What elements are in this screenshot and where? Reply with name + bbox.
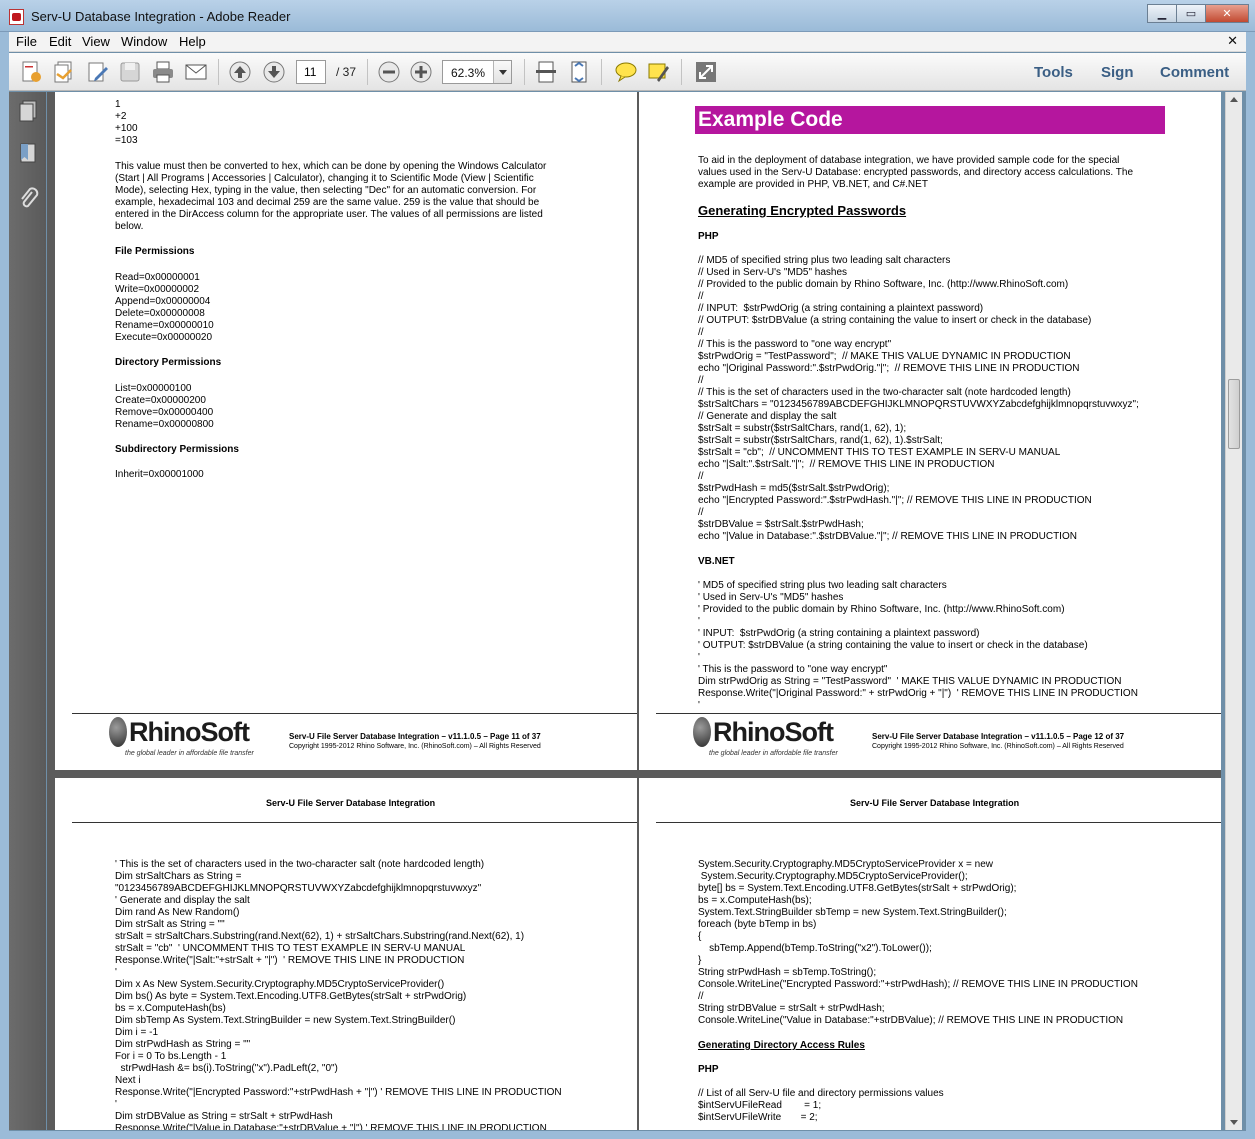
zoom-level-dropdown[interactable]: 62.3%	[442, 60, 512, 84]
navigation-pane	[9, 92, 46, 1130]
php-heading: PHP	[698, 231, 719, 242]
previous-page-icon[interactable]	[228, 60, 252, 84]
comment-pane-button[interactable]: Comment	[1160, 64, 1229, 81]
footer-divider	[656, 713, 1221, 714]
toolbar: 11 / 37 62.3% Tools Sign Comment	[9, 53, 1246, 91]
page-header-title: Serv-U File Server Database Integration	[850, 798, 1020, 808]
rhinosoft-logo-icon	[693, 717, 711, 747]
toolbar-separator	[367, 59, 368, 85]
directory-permissions-list: List=0x00000100 Create=0x00000200 Remove…	[115, 383, 214, 430]
sticky-note-icon[interactable]	[614, 60, 638, 84]
pdf-page-12: Example Code To aid in the deployment of…	[639, 92, 1221, 770]
php-heading: PHP	[698, 1064, 719, 1075]
intro-paragraph: To aid in the deployment of database int…	[698, 155, 1134, 190]
file-permissions-heading: File Permissions	[115, 246, 195, 257]
file-permissions-list: Read=0x00000001 Write=0x00000002 Append=…	[115, 272, 214, 343]
header-divider	[656, 822, 1221, 823]
pdf-page-13: Serv-U File Server Database Integration …	[55, 778, 637, 1130]
toolbar-separator	[218, 59, 219, 85]
create-pdf-icon[interactable]	[19, 60, 43, 84]
fit-one-full-page-icon[interactable]	[567, 60, 591, 84]
vertical-scrollbar[interactable]	[1225, 92, 1242, 1130]
minimize-button[interactable]: ▁	[1147, 4, 1177, 23]
menu-bar: File Edit View Window Help ✕	[9, 32, 1246, 52]
rhinosoft-tagline: the global leader in affordable file tra…	[125, 750, 254, 757]
fit-page-width-icon[interactable]	[534, 60, 558, 84]
pdf-page-14: Serv-U File Server Database Integration …	[639, 778, 1221, 1130]
page-footer-copyright: Copyright 1995-2012 Rhino Software, Inc.…	[872, 743, 1124, 750]
full-screen-icon[interactable]	[694, 60, 718, 84]
combine-files-icon[interactable]	[52, 60, 76, 84]
window-title: Serv-U Database Integration - Adobe Read…	[31, 9, 291, 24]
pdf-page-11: 1 +2 +100 =103 This value must then be c…	[55, 92, 637, 770]
calculation-lines: 1 +2 +100 =103	[115, 99, 138, 146]
page-header-title: Serv-U File Server Database Integration	[266, 798, 436, 808]
scroll-down-arrow-icon[interactable]	[1230, 1120, 1238, 1125]
chevron-down-icon[interactable]	[493, 61, 511, 83]
csharp-code-block: System.Security.Cryptography.MD5CryptoSe…	[698, 859, 1138, 1026]
window-controls: ▁ ▭ ✕	[1147, 4, 1249, 23]
title-bar: Serv-U Database Integration - Adobe Read…	[0, 0, 1255, 32]
toolbar-separator	[601, 59, 602, 85]
email-icon[interactable]	[184, 60, 208, 84]
close-button[interactable]: ✕	[1205, 4, 1249, 23]
tools-pane-button[interactable]: Tools	[1034, 64, 1073, 81]
save-icon[interactable]	[118, 60, 142, 84]
sign-pane-button[interactable]: Sign	[1101, 64, 1134, 81]
print-icon[interactable]	[151, 60, 175, 84]
menu-edit[interactable]: Edit	[49, 34, 71, 49]
page-footer-title: Serv-U File Server Database Integration …	[872, 732, 1125, 741]
vbnet-heading: VB.NET	[698, 556, 735, 567]
edit-document-icon[interactable]	[86, 60, 110, 84]
page-footer-title: Serv-U File Server Database Integration …	[289, 732, 541, 741]
zoom-level-value: 62.3%	[451, 66, 486, 80]
window-frame-right	[1246, 32, 1255, 1139]
directory-permissions-heading: Directory Permissions	[115, 357, 222, 368]
page-number-input[interactable]: 11	[296, 60, 326, 84]
menu-window[interactable]: Window	[121, 34, 167, 49]
subdirectory-permissions-list: Inherit=0x00001000	[115, 469, 204, 480]
header-divider	[72, 822, 637, 823]
menu-view[interactable]: View	[82, 34, 110, 49]
zoom-in-icon[interactable]	[409, 60, 433, 84]
document-view[interactable]: 1 +2 +100 =103 This value must then be c…	[47, 92, 1221, 1130]
vbnet-code-block: ' MD5 of specified string plus two leadi…	[698, 580, 1138, 711]
highlight-text-icon[interactable]	[647, 60, 671, 84]
attachments-paperclip-icon[interactable]	[17, 186, 39, 210]
rhinosoft-tagline: the global leader in affordable file tra…	[709, 750, 838, 757]
generating-encrypted-passwords-heading: Generating Encrypted Passwords	[698, 203, 907, 218]
rhinosoft-logo-icon	[109, 717, 127, 747]
footer-divider	[72, 713, 637, 714]
adobe-reader-app-icon[interactable]	[9, 9, 24, 25]
page-footer-copyright: Copyright 1995-2012 Rhino Software, Inc.…	[289, 743, 541, 750]
example-code-title: Example Code	[698, 108, 843, 131]
example-code-banner: Example Code	[695, 106, 1165, 134]
page-thumbnails-icon[interactable]	[17, 99, 39, 123]
scroll-up-arrow-icon[interactable]	[1230, 97, 1238, 102]
php-code-block: // MD5 of specified string plus two lead…	[698, 255, 1139, 542]
zoom-out-icon[interactable]	[377, 60, 401, 84]
toolbar-separator	[524, 59, 525, 85]
maximize-button[interactable]: ▭	[1176, 4, 1206, 23]
toolbar-separator	[681, 59, 682, 85]
window-frame-left	[0, 32, 9, 1139]
menu-file[interactable]: File	[16, 34, 37, 49]
close-document-icon[interactable]: ✕	[1227, 33, 1238, 49]
window-frame-bottom	[0, 1131, 1255, 1139]
rhinosoft-logo-wordmark: RhinoSoft	[129, 717, 250, 747]
vbnet-code-continued: ' This is the set of characters used in …	[115, 859, 562, 1130]
hex-conversion-paragraph: This value must then be converted to hex…	[115, 161, 547, 232]
page-total: / 37	[336, 65, 357, 79]
bookmarks-icon[interactable]	[17, 142, 39, 166]
php-permissions-code: // List of all Serv-U file and directory…	[698, 1088, 944, 1123]
menu-help[interactable]: Help	[179, 34, 206, 49]
rhinosoft-logo-wordmark: RhinoSoft	[713, 717, 834, 747]
subdirectory-permissions-heading: Subdirectory Permissions	[115, 444, 239, 455]
next-page-icon[interactable]	[262, 60, 286, 84]
generating-directory-access-rules-heading: Generating Directory Access Rules	[698, 1040, 865, 1051]
scrollbar-thumb[interactable]	[1228, 379, 1240, 449]
